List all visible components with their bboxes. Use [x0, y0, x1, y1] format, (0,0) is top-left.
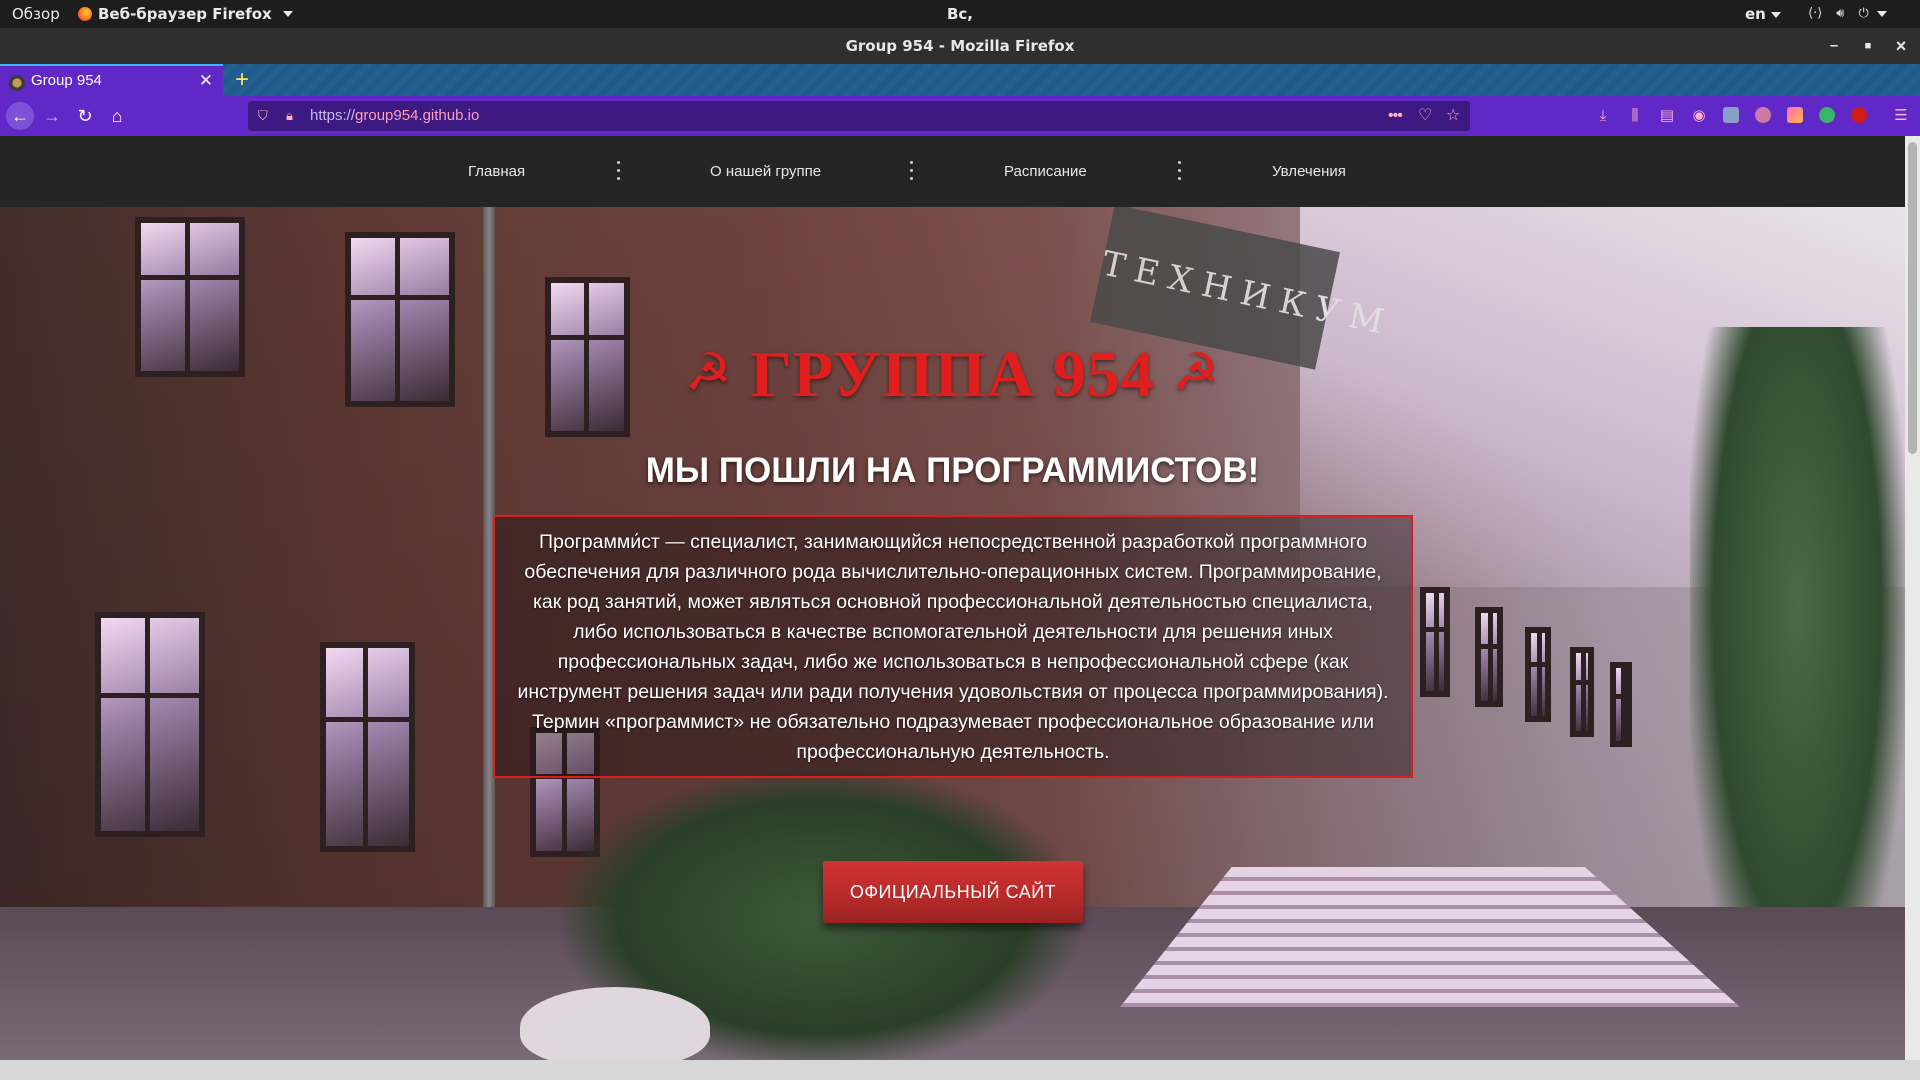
hero-bg-window — [320, 642, 415, 852]
hero-bg-window — [1475, 607, 1503, 707]
extension-2-icon[interactable] — [1755, 107, 1771, 123]
pocket-icon[interactable]: ♡ — [1418, 101, 1432, 131]
hero-bg-window — [1570, 647, 1594, 737]
back-button[interactable]: ← — [6, 102, 34, 130]
tab-strip: Group 954 ✕ + — [0, 64, 1920, 96]
clock[interactable]: Вс, 15:44 — [930, 0, 990, 51]
tab-group-954[interactable]: Group 954 ✕ — [0, 64, 223, 96]
hammer-sickle-icon: ☭ — [684, 343, 733, 403]
home-button[interactable]: ⌂ — [103, 102, 131, 130]
nav-link-hobbies[interactable]: Увлечения — [1272, 136, 1346, 207]
system-menu[interactable]: ⟨·⟩ 🔊︎ ⏻ — [1808, 0, 1887, 28]
nav-separator — [1178, 161, 1182, 181]
hero-bg-window — [95, 612, 205, 837]
close-window-button[interactable]: × — [1885, 28, 1917, 64]
site-favicon-icon — [9, 75, 25, 91]
hero-description-box: Программи́ст — специалист, занимающийся … — [493, 515, 1413, 778]
hero-bg-rock — [520, 987, 710, 1060]
scrollbar-thumb[interactable] — [1908, 142, 1917, 454]
page-actions-menu-icon[interactable]: ••• — [1388, 101, 1403, 131]
app-menu-label: Веб-браузер Firefox — [98, 5, 272, 23]
hero-description-text: Программи́ст — специалист, занимающийся … — [517, 531, 1389, 763]
reload-button[interactable]: ↻ — [71, 102, 99, 130]
account-icon[interactable]: ◉ — [1688, 105, 1710, 127]
minimize-button[interactable]: – — [1818, 28, 1850, 64]
power-icon: ⏻ — [1858, 6, 1869, 21]
network-icon: ⟨·⟩ — [1808, 6, 1823, 21]
tracking-protection-shield-icon[interactable]: ⛉ — [258, 101, 268, 131]
chevron-down-icon — [1770, 11, 1781, 18]
site-navbar: Главная О нашей группе Расписание Увлече… — [0, 136, 1905, 207]
nav-separator — [617, 161, 621, 181]
tab-label: Group 954 — [31, 72, 102, 89]
url-host: group954.github.io — [355, 107, 480, 124]
nav-separator — [910, 161, 914, 181]
url-scheme: https:// — [310, 107, 356, 124]
nav-link-home[interactable]: Главная — [468, 136, 525, 207]
firefox-icon — [78, 7, 92, 21]
chevron-down-icon — [1876, 11, 1887, 17]
hammer-sickle-icon: ☭ — [1172, 343, 1221, 403]
new-tab-button[interactable]: + — [230, 64, 254, 96]
close-tab-icon[interactable]: ✕ — [199, 66, 213, 96]
lock-icon[interactable]: 🔒︎ — [286, 101, 293, 131]
hero-section: ТЕХНИКУМ ☭ ГРУППА 954 ☭ МЫ ПОШЛИ НА ПРОГ… — [0, 207, 1905, 1060]
lang-label: en — [1745, 5, 1766, 23]
navigation-toolbar: ← → ↻ ⌂ ⛉ 🔒︎ https://group954.github.io … — [0, 96, 1920, 136]
hero-title-text: ГРУППА 954 — [750, 338, 1155, 411]
volume-icon: 🔊︎ — [1836, 6, 1845, 21]
nav-link-schedule[interactable]: Расписание — [1004, 136, 1087, 207]
app-menu[interactable]: Веб-браузер Firefox — [78, 0, 293, 28]
hero-title: ☭ ГРУППА 954 ☭ — [0, 337, 1905, 413]
chevron-down-icon — [282, 11, 293, 17]
maximize-button[interactable]: ■ — [1852, 28, 1884, 64]
hero-bg-window — [1420, 587, 1450, 697]
hero-bg-window — [1610, 662, 1632, 747]
activities-button[interactable]: Обзор — [12, 0, 60, 28]
hero-bg-window — [1525, 627, 1551, 722]
hero-bg-stairs — [1120, 867, 1740, 1007]
keyboard-layout-indicator[interactable]: en — [1745, 0, 1781, 28]
hero-subtitle: МЫ ПОШЛИ НА ПРОГРАММИСТОВ! — [645, 451, 1260, 490]
nav-link-about[interactable]: О нашей группе — [710, 136, 821, 207]
forward-button[interactable]: → — [38, 102, 66, 130]
library-icon[interactable]: ⫼ — [1624, 105, 1646, 127]
screen: Обзор Веб-браузер Firefox Вс, 15:44 en ⟨… — [0, 0, 1920, 1080]
hamburger-menu-icon[interactable]: ☰ — [1890, 105, 1912, 127]
url-bar[interactable]: ⛉ 🔒︎ https://group954.github.io ••• ♡ ☆ — [248, 101, 1470, 131]
vertical-scrollbar[interactable] — [1905, 136, 1920, 1060]
downloads-icon[interactable]: ⤓ — [1592, 105, 1614, 127]
gnome-top-bar: Обзор Веб-браузер Firefox Вс, 15:44 en ⟨… — [0, 0, 1920, 51]
bookmark-star-icon[interactable]: ☆ — [1446, 101, 1460, 131]
window-title: Group 954 - Mozilla Firefox — [845, 37, 1075, 55]
extension-3-icon[interactable] — [1787, 107, 1803, 123]
page-bottom-strip — [0, 1060, 1920, 1080]
extension-4-icon[interactable] — [1819, 107, 1835, 123]
sidebar-icon[interactable]: ▤ — [1656, 105, 1678, 127]
adblock-icon[interactable] — [1851, 107, 1867, 123]
url-text[interactable]: https://group954.github.io — [310, 101, 479, 131]
window-title-bar: Group 954 - Mozilla Firefox – ■ × — [0, 28, 1920, 64]
extension-1-icon[interactable] — [1723, 107, 1739, 123]
official-site-button[interactable]: ОФИЦИАЛЬНЫЙ САЙТ — [823, 861, 1083, 923]
